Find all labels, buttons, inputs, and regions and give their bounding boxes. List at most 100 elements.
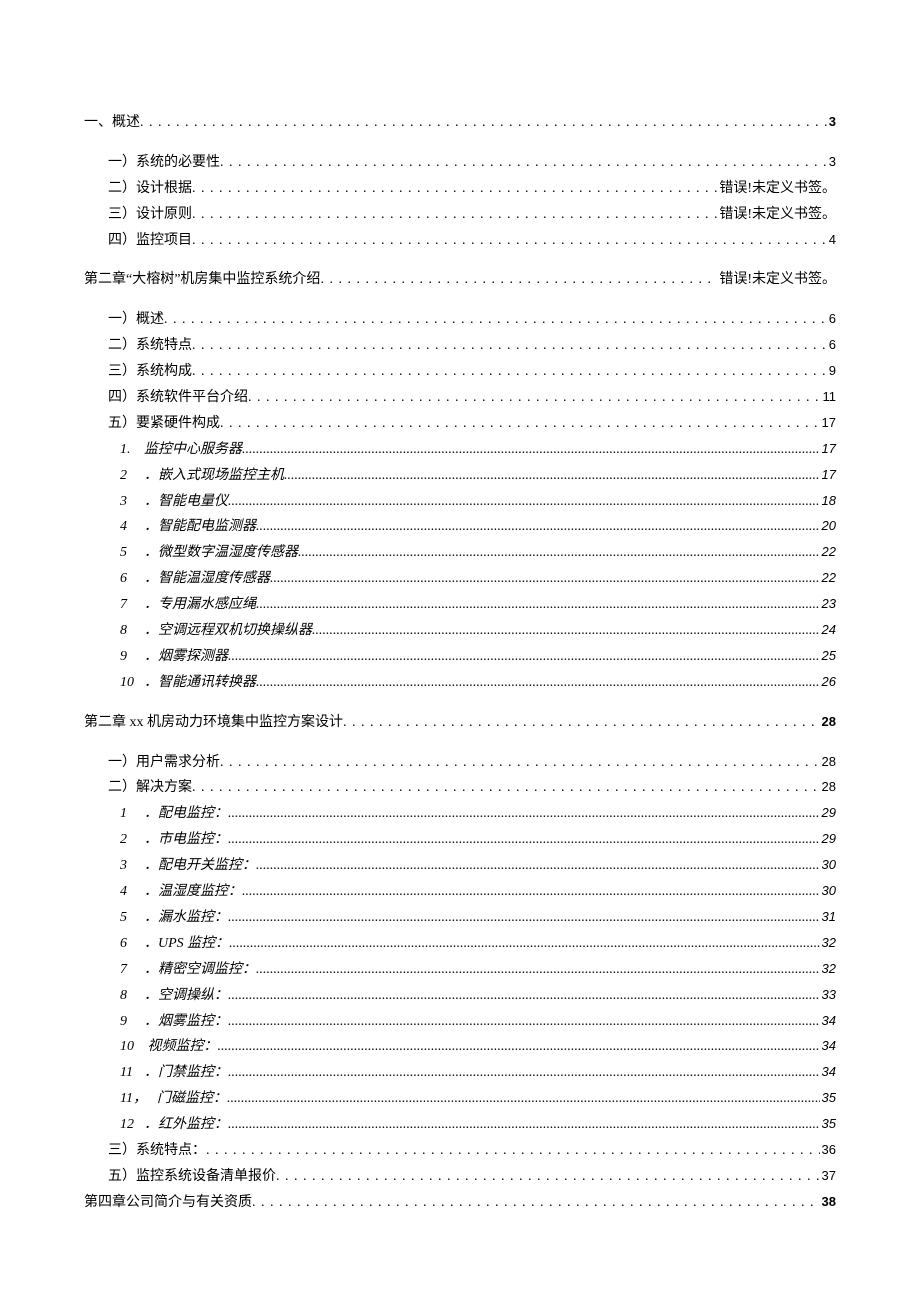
toc-leader xyxy=(228,1009,820,1035)
toc-leader xyxy=(164,307,827,333)
toc-leader xyxy=(228,1060,820,1086)
toc-page-number: 20 xyxy=(820,514,836,538)
toc-entry: 1.监控中心服务器17 xyxy=(84,437,836,463)
toc-label: 一）系统的必要性 xyxy=(108,150,220,176)
toc-label: 7．专用漏水感应绳 xyxy=(120,592,256,618)
toc-page-number: 32 xyxy=(820,957,836,981)
toc-page-number: 17 xyxy=(820,463,836,487)
toc-leader xyxy=(284,463,820,489)
toc-page-number: 29 xyxy=(820,801,836,825)
toc-label: 5．漏水监控： xyxy=(120,905,228,931)
toc-leader xyxy=(140,110,827,136)
toc-page-number: 23 xyxy=(820,592,836,616)
toc-item-number: 2 xyxy=(120,827,134,853)
toc-item-number: 11 xyxy=(120,1060,134,1086)
toc-entry: 10．智能通讯转换器26 xyxy=(84,670,836,696)
toc-page-number: 22 xyxy=(820,566,836,590)
toc-page-number: 6 xyxy=(827,333,836,357)
toc-page-number: 24 xyxy=(820,618,836,642)
toc-item-number: 2 xyxy=(120,463,134,489)
toc-label: 第二章“大榕树”机房集中监控系统介绍 xyxy=(84,267,320,293)
toc-leader xyxy=(252,1190,820,1216)
toc-leader xyxy=(206,1138,820,1164)
toc-leader xyxy=(192,176,717,202)
toc-entry: 7．专用漏水感应绳 23 xyxy=(84,592,836,618)
toc-item-number: 10 xyxy=(120,670,134,696)
toc-label: 6．智能温湿度传感器 xyxy=(120,566,270,592)
toc-item-number: 9 xyxy=(120,644,134,670)
toc-page-number: 31 xyxy=(820,905,836,929)
toc-entry: 五）要紧硬件构成17 xyxy=(84,411,836,437)
toc-entry: 二）解决方案28 xyxy=(84,775,836,801)
toc-label: 二）系统特点 xyxy=(108,333,192,359)
toc-item-number: 4 xyxy=(120,514,134,540)
toc-label: 8．空调操纵： xyxy=(120,983,228,1009)
toc-item-number: 1. xyxy=(120,437,134,463)
toc-entry: 四）系统软件平台介绍11 xyxy=(84,385,836,411)
toc-page-number: 错误!未定义书签。 xyxy=(717,202,836,228)
toc-page-number: 30 xyxy=(820,879,836,903)
toc-page-number: 28 xyxy=(820,750,836,774)
toc-entry: 5．漏水监控： 31 xyxy=(84,905,836,931)
toc-entry: 2．市电监控：29 xyxy=(84,827,836,853)
toc-entry: 9．烟雾监控： 34 xyxy=(84,1009,836,1035)
toc-page-number: 34 xyxy=(820,1009,836,1033)
toc-page-number: 错误!未定义书签。 xyxy=(717,176,836,202)
toc-item-number: 7 xyxy=(120,957,134,983)
toc-label: 10．智能通讯转换器 xyxy=(120,670,256,696)
toc-leader xyxy=(192,333,827,359)
toc-page-number: 28 xyxy=(820,710,836,734)
toc-item-number: 8 xyxy=(120,618,134,644)
toc-label: 6．UPS 监控： xyxy=(120,931,229,957)
toc-leader xyxy=(192,228,827,254)
toc-entry: 11．门禁监控：34 xyxy=(84,1060,836,1086)
toc-item-number: 1 xyxy=(120,801,134,827)
toc-entry: 四）监控项目4 xyxy=(84,228,836,254)
toc-leader xyxy=(228,905,820,931)
toc-entry: 五）监控系统设备清单报价37 xyxy=(84,1164,836,1190)
toc-item-number: 12 xyxy=(120,1112,134,1138)
toc-page-number: 22 xyxy=(820,540,836,564)
toc-label: 9．烟雾监控： xyxy=(120,1009,228,1035)
toc-entry: 一、概述3 xyxy=(84,110,836,136)
toc-label: 4．温湿度监控： xyxy=(120,879,242,905)
toc-label: 三）系统特点： xyxy=(108,1138,206,1164)
toc-leader xyxy=(256,592,820,618)
toc-item-number: 8 xyxy=(120,983,134,1009)
toc-entry: 3．配电开关监控：30 xyxy=(84,853,836,879)
toc-entry: 9．烟雾探测器25 xyxy=(84,644,836,670)
toc-entry: 6．UPS 监控： 32 xyxy=(84,931,836,957)
toc-item-number: 5 xyxy=(120,540,134,566)
toc-page: 一、概述3一）系统的必要性3二）设计根据错误!未定义书签。三）设计原则错误!未定… xyxy=(0,0,920,1276)
toc-page-number: 18 xyxy=(820,489,836,513)
toc-entry: 6．智能温湿度传感器 22 xyxy=(84,566,836,592)
toc-page-number: 35 xyxy=(820,1112,836,1136)
toc-label: 3．配电开关监控： xyxy=(120,853,256,879)
toc-entry: 三）系统构成9 xyxy=(84,359,836,385)
toc-page-number: 35 xyxy=(820,1086,836,1110)
toc-leader xyxy=(220,750,820,776)
toc-label: 第四章公司简介与有关资质 xyxy=(84,1190,252,1216)
toc-leader xyxy=(220,411,820,437)
toc-label: 四）系统软件平台介绍 xyxy=(108,385,248,411)
toc-leader xyxy=(312,618,820,644)
toc-label: 9．烟雾探测器 xyxy=(120,644,228,670)
toc-label: 2．嵌入式现场监控主机 xyxy=(120,463,284,489)
toc-label: 1.监控中心服务器 xyxy=(120,437,242,463)
toc-page-number: 3 xyxy=(827,150,836,174)
toc-entry: 一）系统的必要性 3 xyxy=(84,150,836,176)
toc-leader xyxy=(228,827,820,853)
toc-leader xyxy=(256,853,820,879)
toc-leader xyxy=(228,1112,820,1138)
toc-leader xyxy=(256,514,820,540)
toc-page-number: 29 xyxy=(820,827,836,851)
toc-leader xyxy=(343,710,820,736)
toc-label: 三）系统构成 xyxy=(108,359,192,385)
toc-label: 1．配电监控： xyxy=(120,801,228,827)
toc-label: 一）用户需求分析 xyxy=(108,750,220,776)
toc-page-number: 32 xyxy=(820,931,836,955)
toc-item-number: 10 xyxy=(120,1034,134,1060)
toc-page-number: 4 xyxy=(827,228,836,252)
toc-leader xyxy=(228,983,820,1009)
toc-item-number: 4 xyxy=(120,879,134,905)
